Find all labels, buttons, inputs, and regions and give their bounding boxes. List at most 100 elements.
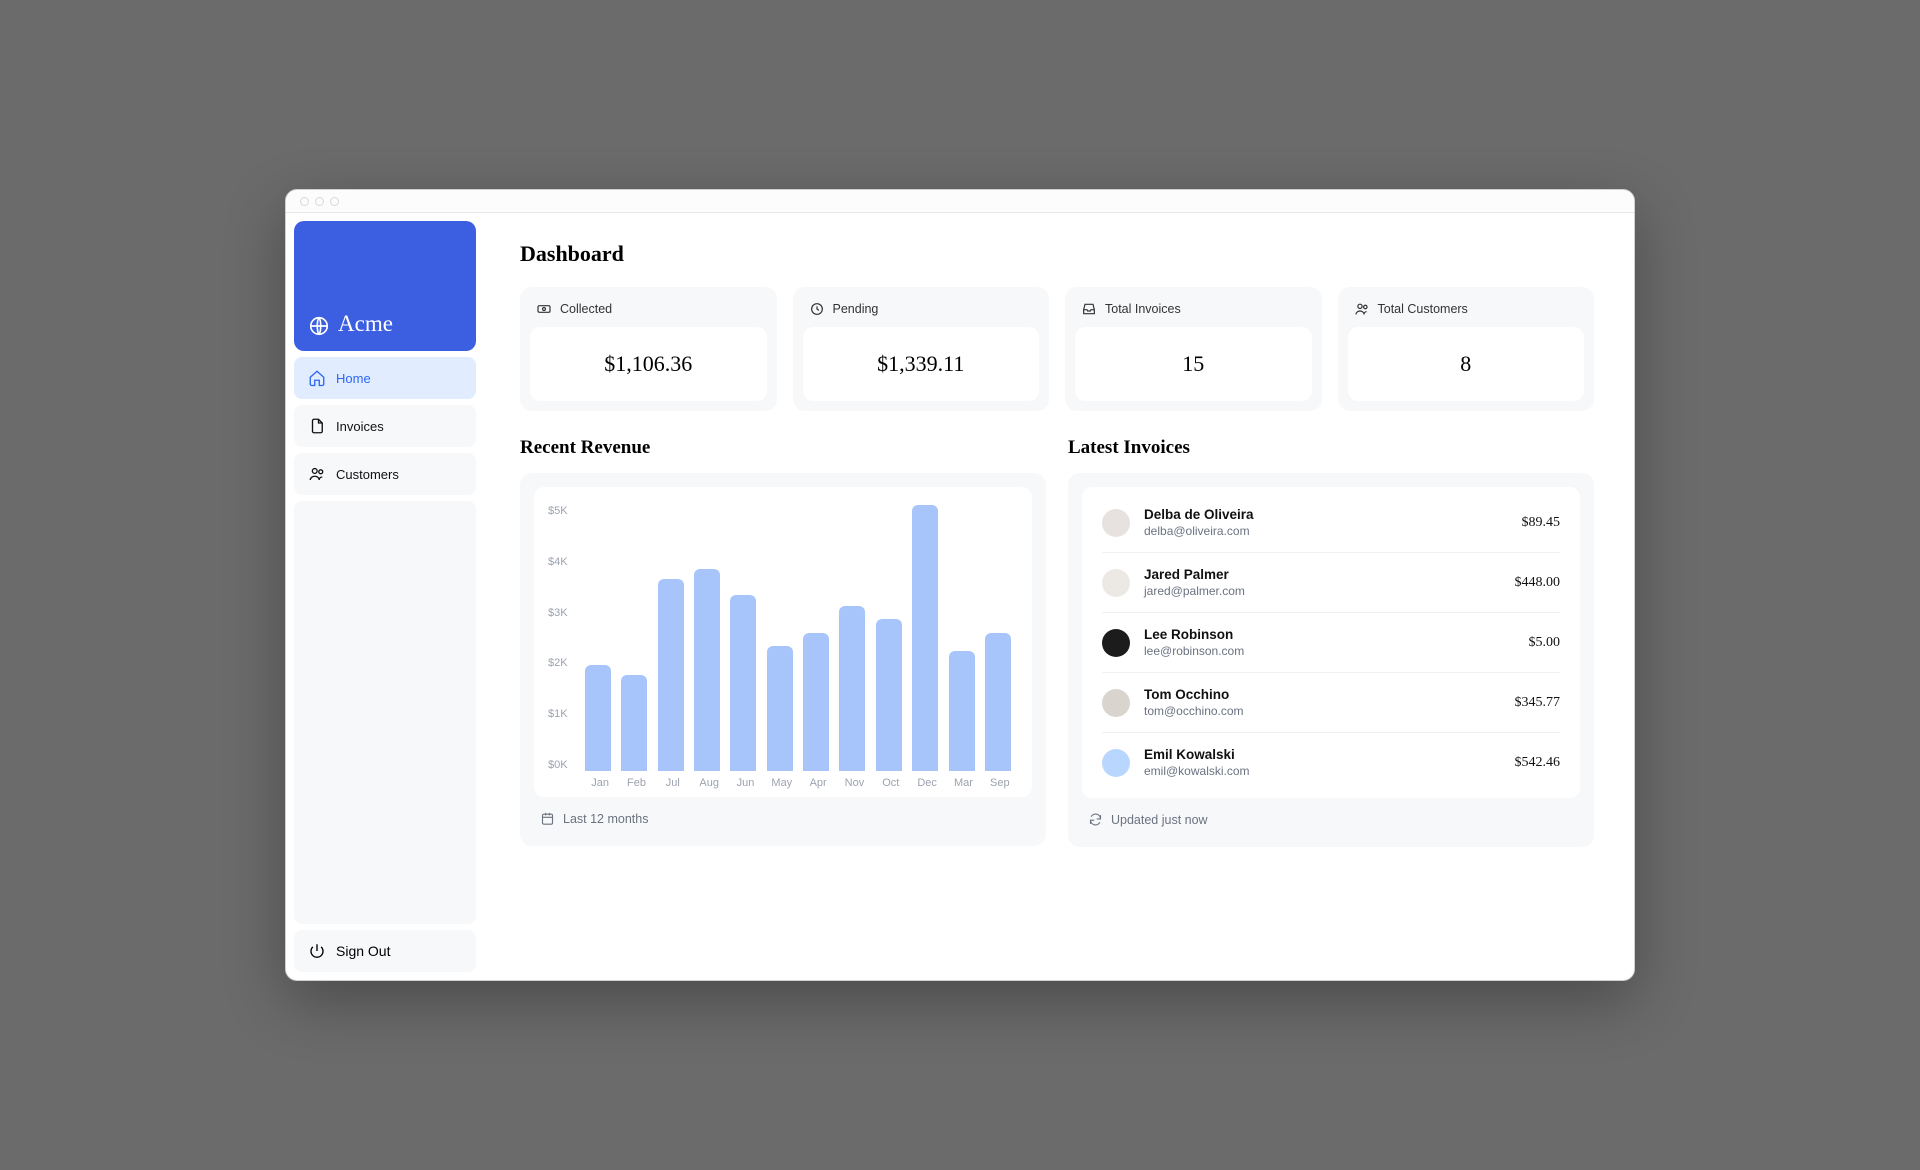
invoice-name: Jared Palmer — [1144, 567, 1501, 582]
invoice-amount: $542.46 — [1515, 755, 1561, 771]
invoice-amount: $89.45 — [1522, 515, 1561, 531]
x-tick: Aug — [691, 777, 727, 789]
avatar — [1102, 569, 1130, 597]
invoice-name: Delba de Oliveira — [1144, 507, 1508, 522]
stat-card: Collected $1,106.36 — [520, 287, 777, 411]
chart-bar — [985, 633, 1011, 771]
invoice-email: lee@robinson.com — [1144, 644, 1515, 658]
signout-label: Sign Out — [336, 943, 390, 959]
invoice-row[interactable]: Delba de Oliveira delba@oliveira.com $89… — [1102, 493, 1560, 552]
y-tick: $3K — [548, 607, 568, 619]
invoice-email: tom@occhino.com — [1144, 704, 1501, 718]
chart-bar — [694, 569, 720, 771]
revenue-chart: $0K$1K$2K$3K$4K$5K JanFebJulAugJunMayApr… — [534, 487, 1032, 797]
sidebar-item-label: Customers — [336, 467, 399, 482]
y-tick: $2K — [548, 657, 568, 669]
stat-label: Pending — [833, 302, 879, 316]
refresh-icon — [1088, 812, 1103, 827]
signout-button[interactable]: Sign Out — [294, 930, 476, 972]
invoice-row[interactable]: Tom Occhino tom@occhino.com $345.77 — [1102, 672, 1560, 732]
y-tick: $1K — [548, 708, 568, 720]
invoice-row[interactable]: Lee Robinson lee@robinson.com $5.00 — [1102, 612, 1560, 672]
invoice-name: Lee Robinson — [1144, 627, 1515, 642]
chart-bar — [912, 505, 938, 771]
x-tick: Nov — [836, 777, 872, 789]
chart-bar — [876, 619, 902, 771]
sidebar-item-customers[interactable]: Customers — [294, 453, 476, 495]
x-tick: Mar — [945, 777, 981, 789]
sidebar-item-invoices[interactable]: Invoices — [294, 405, 476, 447]
stat-card: Pending $1,339.11 — [793, 287, 1050, 411]
stat-label: Total Invoices — [1105, 302, 1181, 316]
page-title: Dashboard — [520, 241, 1594, 267]
stat-value: $1,339.11 — [803, 327, 1040, 401]
sidebar-spacer — [294, 501, 476, 924]
power-icon — [308, 942, 326, 960]
x-tick: Jul — [655, 777, 691, 789]
users-icon — [308, 465, 326, 483]
chart-bar — [803, 633, 829, 771]
x-tick: May — [764, 777, 800, 789]
chart-bar — [658, 579, 684, 771]
sidebar-item-label: Home — [336, 371, 371, 386]
invoice-email: jared@palmer.com — [1144, 584, 1501, 598]
revenue-title: Recent Revenue — [520, 437, 1046, 459]
stat-card: Total Customers 8 — [1338, 287, 1595, 411]
stat-value: 8 — [1348, 327, 1585, 401]
invoice-amount: $5.00 — [1529, 635, 1561, 651]
invoice-email: emil@kowalski.com — [1144, 764, 1501, 778]
brand-name: Acme — [338, 311, 393, 337]
invoices-card: Delba de Oliveira delba@oliveira.com $89… — [1068, 473, 1594, 847]
chart-bar — [585, 665, 611, 771]
banknote-icon — [536, 301, 552, 317]
home-icon — [308, 369, 326, 387]
brand-logo[interactable]: Acme — [294, 221, 476, 351]
traffic-light-minimize[interactable] — [315, 197, 324, 206]
x-tick: Feb — [618, 777, 654, 789]
stat-label: Total Customers — [1378, 302, 1468, 316]
chart-bar — [730, 595, 756, 771]
traffic-light-zoom[interactable] — [330, 197, 339, 206]
invoice-row[interactable]: Jared Palmer jared@palmer.com $448.00 — [1102, 552, 1560, 612]
users-icon — [1354, 301, 1370, 317]
invoices-title: Latest Invoices — [1068, 437, 1594, 459]
globe-icon — [308, 315, 330, 337]
chart-bar — [839, 606, 865, 771]
chart-bar — [767, 646, 793, 771]
invoice-amount: $448.00 — [1515, 575, 1561, 591]
window-titlebar — [286, 190, 1634, 212]
x-tick: Apr — [800, 777, 836, 789]
revenue-card: $0K$1K$2K$3K$4K$5K JanFebJulAugJunMayApr… — [520, 473, 1046, 846]
document-icon — [308, 417, 326, 435]
chart-bar — [949, 651, 975, 771]
invoice-row[interactable]: Emil Kowalski emil@kowalski.com $542.46 — [1102, 732, 1560, 792]
sidebar-item-home[interactable]: Home — [294, 357, 476, 399]
avatar — [1102, 629, 1130, 657]
avatar — [1102, 689, 1130, 717]
avatar — [1102, 509, 1130, 537]
stat-value: 15 — [1075, 327, 1312, 401]
invoices-footnote: Updated just now — [1111, 813, 1208, 827]
stat-label: Collected — [560, 302, 612, 316]
clock-icon — [809, 301, 825, 317]
x-tick: Jun — [727, 777, 763, 789]
avatar — [1102, 749, 1130, 777]
inbox-icon — [1081, 301, 1097, 317]
y-tick: $0K — [548, 759, 568, 771]
invoice-name: Tom Occhino — [1144, 687, 1501, 702]
invoice-email: delba@oliveira.com — [1144, 524, 1508, 538]
traffic-light-close[interactable] — [300, 197, 309, 206]
sidebar-item-label: Invoices — [336, 419, 384, 434]
chart-bar — [621, 675, 647, 771]
chart-x-axis: JanFebJulAugJunMayAprNovOctDecMarSep — [548, 771, 1018, 789]
stat-value: $1,106.36 — [530, 327, 767, 401]
x-tick: Dec — [909, 777, 945, 789]
x-tick: Jan — [582, 777, 618, 789]
y-tick: $5K — [548, 505, 568, 517]
revenue-footnote: Last 12 months — [563, 812, 648, 826]
x-tick: Sep — [982, 777, 1018, 789]
stat-card: Total Invoices 15 — [1065, 287, 1322, 411]
chart-y-axis: $0K$1K$2K$3K$4K$5K — [548, 505, 578, 771]
x-tick: Oct — [873, 777, 909, 789]
calendar-icon — [540, 811, 555, 826]
